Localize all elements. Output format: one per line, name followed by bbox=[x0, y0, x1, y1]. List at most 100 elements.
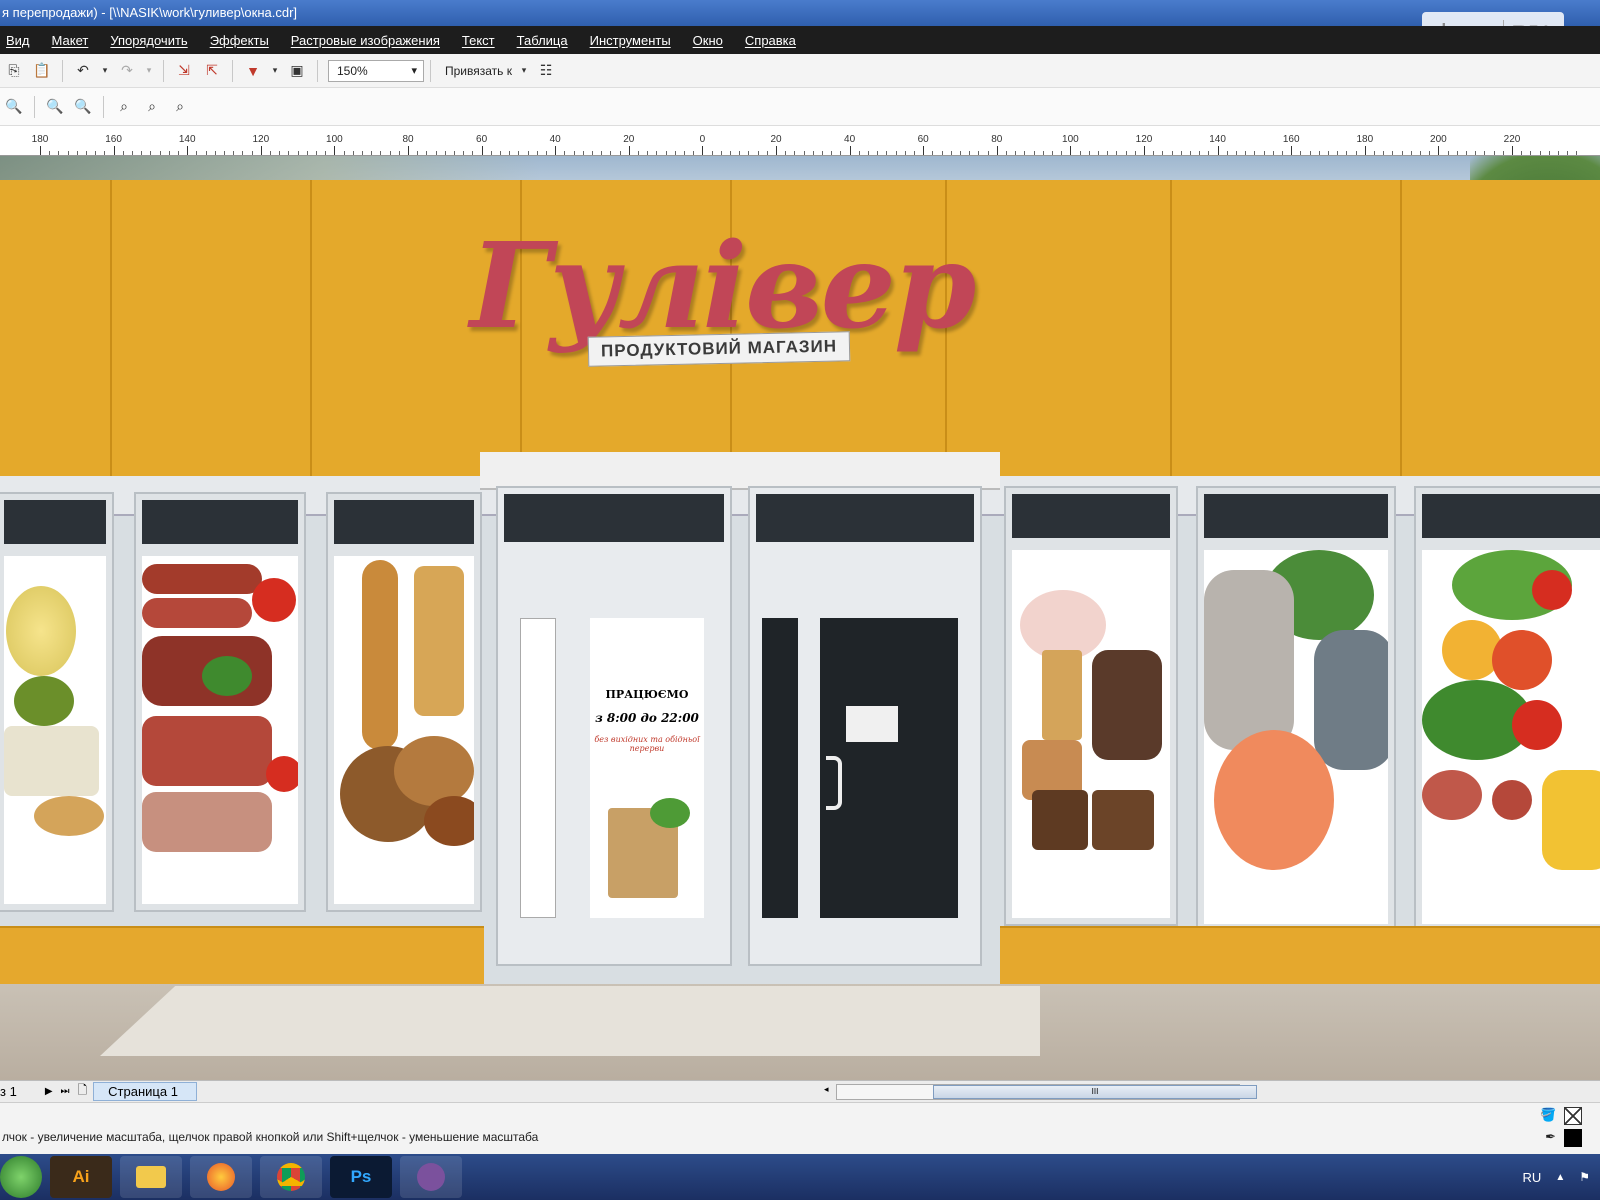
horizontal-ruler[interactable]: 180 160 140 120 100 80 60 40 20 0 20 40 60 80 100 120 14… bbox=[0, 126, 1600, 156]
menu-arrange[interactable]: Упорядочить bbox=[99, 33, 198, 48]
next-page-icon[interactable]: ▶ bbox=[45, 1086, 53, 1097]
ruler-minor-tick bbox=[1263, 151, 1265, 155]
ruler-minor-tick bbox=[1484, 151, 1486, 155]
scroll-left-icon[interactable]: ◂ bbox=[824, 1084, 829, 1095]
ruler-label: 160 bbox=[105, 134, 122, 145]
ruler-minor-tick bbox=[490, 151, 492, 155]
ruler-minor-tick bbox=[987, 151, 989, 155]
launcher-dropdown-icon[interactable]: ▾ bbox=[270, 60, 280, 82]
page-tab-1[interactable]: Страница 1 bbox=[93, 1082, 197, 1101]
ruler-minor-tick bbox=[1318, 151, 1320, 155]
ruler-label: 0 bbox=[699, 134, 706, 145]
ruler-minor-tick bbox=[454, 151, 455, 155]
ruler-label: 220 bbox=[1503, 134, 1521, 145]
taskbar-photoshop[interactable]: Ps bbox=[330, 1156, 392, 1198]
zoom-page-height-icon[interactable]: ⌕ bbox=[169, 96, 191, 118]
menu-layout[interactable]: Макет bbox=[41, 33, 100, 48]
menu-view[interactable]: Вид bbox=[0, 33, 41, 48]
menu-window[interactable]: Окно bbox=[682, 33, 734, 48]
ruler-minor-tick bbox=[592, 151, 593, 155]
undo-icon[interactable]: ↶ bbox=[72, 60, 94, 82]
fill-bucket-icon[interactable]: 🪣 bbox=[1540, 1107, 1556, 1123]
ruler-minor-tick bbox=[711, 151, 713, 155]
welcome-screen-icon[interactable]: ▣ bbox=[286, 60, 308, 82]
ruler-minor-tick bbox=[279, 151, 281, 155]
drawing-canvas[interactable]: Гулівер ПРОДУКТОВИЙ МАГАЗИН ПРАЦЮЄМО з 8… bbox=[0, 156, 1600, 1080]
facade-base bbox=[1000, 926, 1600, 986]
ruler-minor-tick bbox=[803, 151, 805, 155]
toolbar-separator bbox=[232, 59, 233, 82]
menu-bitmaps[interactable]: Растровые изображения bbox=[280, 33, 451, 48]
folder-icon bbox=[136, 1166, 166, 1188]
ruler-label: 60 bbox=[917, 134, 929, 145]
door-handle bbox=[826, 756, 842, 810]
taskbar-explorer[interactable] bbox=[120, 1156, 182, 1198]
no-fill-swatch[interactable] bbox=[1564, 1107, 1582, 1125]
ruler-minor-tick bbox=[904, 151, 906, 155]
ruler-minor-tick bbox=[426, 151, 428, 155]
zoom-page-width-icon[interactable]: ⌕ bbox=[141, 96, 163, 118]
ruler-minor-tick bbox=[325, 151, 327, 155]
snap-to-dropdown[interactable]: Привязать к bbox=[445, 64, 512, 78]
ruler-minor-tick bbox=[362, 151, 363, 155]
ruler-minor-tick bbox=[288, 151, 290, 155]
start-button[interactable] bbox=[0, 1156, 42, 1198]
taskbar-illustrator[interactable]: Ai bbox=[50, 1156, 112, 1198]
ruler-minor-tick bbox=[343, 151, 345, 155]
taskbar-chrome[interactable] bbox=[260, 1156, 322, 1198]
outline-color-swatch[interactable] bbox=[1564, 1129, 1582, 1147]
last-page-icon[interactable]: ⏭ bbox=[61, 1086, 70, 1097]
ruler-minor-tick bbox=[941, 151, 943, 155]
zoom-out-icon[interactable]: 🔍 bbox=[3, 96, 25, 118]
taskbar-viber[interactable] bbox=[400, 1156, 462, 1198]
ruler-major-tick bbox=[776, 146, 777, 155]
ruler-major-tick bbox=[408, 146, 409, 155]
paste-icon[interactable]: 📋 bbox=[31, 60, 53, 82]
import-icon[interactable]: ⇲ bbox=[173, 60, 195, 82]
ruler-minor-tick bbox=[536, 151, 538, 155]
export-icon[interactable]: ⇱ bbox=[201, 60, 223, 82]
redo-dropdown-icon[interactable]: ▾ bbox=[144, 60, 154, 82]
zoom-page-icon[interactable]: ⌕ bbox=[113, 96, 135, 118]
vegetables-image bbox=[650, 798, 690, 828]
redo-icon[interactable]: ↷ bbox=[116, 60, 138, 82]
ruler-minor-tick bbox=[1576, 151, 1578, 155]
ruler-major-tick bbox=[1144, 146, 1145, 155]
ruler-label: 100 bbox=[326, 134, 343, 145]
ruler-minor-tick bbox=[1282, 151, 1283, 155]
add-page-icon[interactable]: 🗋 bbox=[78, 1081, 88, 1102]
ruler-label: 180 bbox=[31, 134, 49, 145]
ruler-minor-tick bbox=[306, 151, 308, 155]
scrollbar-thumb[interactable]: III bbox=[933, 1085, 1257, 1099]
horizontal-scrollbar[interactable]: III bbox=[836, 1084, 1257, 1100]
ruler-minor-tick bbox=[656, 151, 658, 155]
zoom-level-select[interactable]: 150% bbox=[328, 59, 424, 82]
language-indicator[interactable]: RU bbox=[1523, 1170, 1542, 1185]
zoom-selected-icon[interactable]: 🔍 bbox=[44, 96, 66, 118]
ruler-minor-tick bbox=[1383, 151, 1385, 155]
menu-tools[interactable]: Инструменты bbox=[579, 33, 682, 48]
ruler-minor-tick bbox=[1245, 151, 1247, 155]
ruler-minor-tick bbox=[1456, 151, 1458, 155]
options-icon[interactable]: ☷ bbox=[535, 60, 557, 82]
ruler-major-tick bbox=[555, 146, 557, 155]
ruler-minor-tick bbox=[380, 151, 382, 155]
menu-help[interactable]: Справка bbox=[734, 33, 807, 48]
menu-table[interactable]: Таблица bbox=[506, 33, 579, 48]
taskbar-firefox[interactable] bbox=[190, 1156, 252, 1198]
application-launcher-icon[interactable]: ▼ bbox=[242, 60, 264, 82]
menu-effects[interactable]: Эффекты bbox=[199, 33, 280, 48]
menu-text[interactable]: Текст bbox=[451, 33, 506, 48]
zoom-all-objects-icon[interactable]: 🔍 bbox=[72, 96, 94, 118]
entrance-canopy bbox=[480, 452, 1000, 490]
outline-pen-icon[interactable]: ✒ bbox=[1545, 1129, 1556, 1145]
ruler-minor-tick bbox=[205, 151, 207, 155]
ruler-minor-tick bbox=[196, 151, 198, 155]
undo-dropdown-icon[interactable]: ▾ bbox=[100, 60, 110, 82]
snap-dropdown-icon[interactable]: ▾ bbox=[519, 60, 529, 82]
network-icon[interactable]: ⚑ bbox=[1579, 1170, 1590, 1184]
ruler-minor-tick bbox=[610, 151, 612, 155]
tray-expand-icon[interactable]: ▲ bbox=[1555, 1172, 1565, 1183]
copy-icon[interactable]: ⎘ bbox=[3, 60, 25, 82]
ruler-minor-tick bbox=[1272, 151, 1274, 155]
